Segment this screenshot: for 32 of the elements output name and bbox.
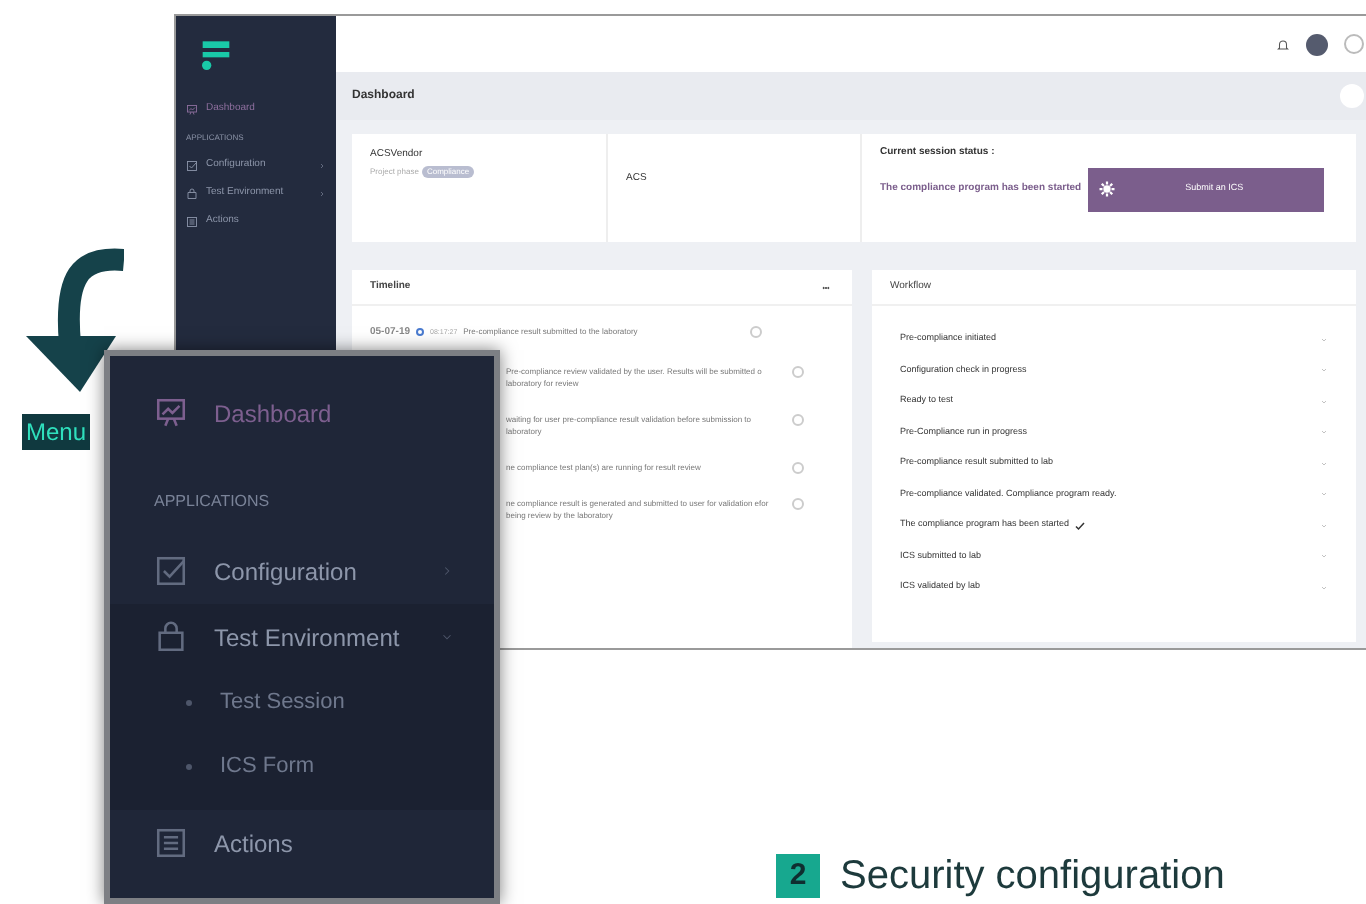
bag-icon [186,188,198,200]
submenu-item[interactable]: Test Session [110,670,494,734]
checkbox-icon [186,160,198,172]
section-heading: APPLICATIONS [152,490,272,514]
submenu-item[interactable]: ICS Form [110,734,494,798]
menu-item[interactable]: Actions [110,810,494,876]
chart-board-icon [186,104,198,116]
logo-icon [200,36,232,76]
bag-icon [154,620,188,654]
document-icon [792,365,804,377]
callout-label: Menu [22,414,91,450]
curved-arrow-drawing [20,248,124,392]
timeline-marker [416,328,425,336]
menu-item[interactable]: Configuration [110,538,494,604]
document-icon [792,413,804,425]
profile-icon[interactable] [1344,34,1364,54]
document-icon [749,326,762,338]
step-number: 2 [776,854,820,898]
avatar[interactable] [1306,33,1328,55]
document-icon [792,461,804,473]
list-icon [186,216,198,228]
chart-board-icon [154,396,188,430]
caption-text: Security configuration [840,854,1225,898]
more-icon [818,283,834,291]
gear-icon [1097,180,1116,198]
checkbox-icon [154,554,188,588]
menu-item[interactable]: Test Environment [110,604,494,670]
bullet-icon [186,699,192,705]
document-icon [792,497,804,509]
menu-item[interactable]: Dashboard [110,380,494,446]
bullet-icon [186,763,192,769]
list-icon [154,826,188,860]
